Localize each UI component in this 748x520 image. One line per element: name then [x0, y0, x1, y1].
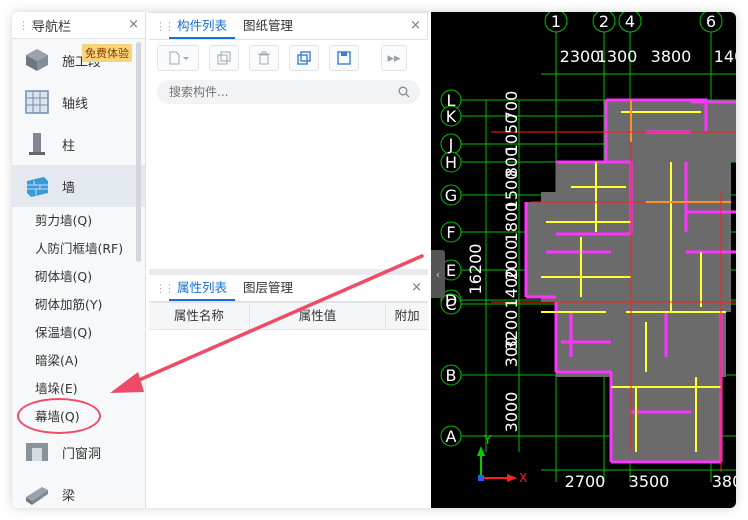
collapse-panel-button[interactable]: ‹ [431, 250, 445, 298]
nav-category-label: 轴线 [62, 96, 89, 112]
floor-plan-drawing: 1246230013003800140LKJHGFEDCBA7001050800… [440, 12, 736, 491]
nav-scrollbar[interactable] [136, 42, 141, 262]
wall-item-curtain-wall[interactable]: 幕墙(Q) [12, 398, 145, 434]
wall-item-masonry-wall[interactable]: 砌体墙(Q) [12, 263, 145, 291]
nav-category-beam[interactable]: 梁 [12, 473, 145, 508]
axis-label-left: G [445, 186, 457, 205]
free-trial-badge[interactable]: 免费体验 [82, 44, 132, 62]
duplicate-layer-button[interactable] [289, 45, 319, 71]
ucs-axis-icon: Y X [477, 433, 527, 485]
column-header-property-name: 属性名称 [149, 303, 250, 329]
duplicate-icon [297, 51, 311, 65]
property-panel-close-button[interactable]: × [411, 280, 422, 295]
top-dimension-label: 1300 [597, 47, 638, 66]
column-header-property-value: 属性值 [250, 303, 387, 329]
copy-component-button[interactable] [209, 45, 239, 71]
wall-item-civil-defense-door-frame-wall[interactable]: 人防门框墙(RF) [12, 235, 145, 263]
navigation-panel: ⋮⋮ 导航栏 × 施工段 免费体验 轴线 柱 墙 剪力墙(Q) 人防门框墙(RF… [12, 12, 146, 508]
wall-item-wall-pier[interactable]: 墙垛(E) [12, 375, 145, 403]
toolbar-more-button[interactable]: ▸▸ [381, 45, 407, 71]
axis-label-left: H [445, 153, 457, 172]
nav-category-label: 门窗洞 [62, 446, 102, 462]
cad-drawing-canvas[interactable]: 1246230013003800140LKJHGFEDCBA7001050800… [431, 12, 736, 508]
top-dimension-label: 3800 [651, 47, 692, 66]
nav-category-wall[interactable]: 墙 [12, 165, 145, 207]
column-icon [24, 131, 50, 157]
drag-handle-icon[interactable]: ⋮⋮ [18, 19, 38, 32]
new-component-button[interactable] [157, 45, 199, 71]
drag-handle-icon[interactable]: ⋮⋮ [155, 282, 175, 295]
bottom-dimension-label: 3500 [629, 472, 670, 491]
beam-icon [24, 481, 50, 507]
floor-plan-geometry [491, 98, 736, 472]
axis-label-left: F [446, 223, 455, 242]
nav-category-label: 柱 [62, 138, 76, 154]
tab-drawing-management[interactable]: 图纸管理 [235, 13, 301, 39]
bottom-dimension-label: 380 [712, 472, 736, 491]
nav-category-construction[interactable]: 施工段 免费体验 [12, 39, 145, 81]
axis-label-top: 6 [706, 12, 716, 31]
total-dimension-label: 16200 [466, 244, 485, 295]
axis-label-left: E [446, 261, 456, 280]
copy-icon [217, 51, 231, 65]
top-dimension-label: 140 [714, 47, 736, 66]
axis-label-top: 1 [551, 12, 561, 31]
axis-label-left: B [446, 366, 457, 385]
axis-label-top: 2 [599, 12, 609, 31]
left-dimension-label: 1800 [502, 202, 521, 243]
door-window-icon [24, 439, 50, 465]
nav-category-label: 墙 [62, 180, 76, 196]
component-panel-header: ⋮⋮ 构件列表 图纸管理 × [149, 12, 428, 40]
nav-category-label: 梁 [62, 488, 76, 504]
drag-handle-icon[interactable]: ⋮⋮ [155, 20, 175, 33]
nav-title: 导航栏 [32, 19, 72, 35]
axis-label-left: J [448, 135, 454, 154]
tab-property-list[interactable]: 属性列表 [169, 275, 236, 301]
middle-panel: ⋮⋮ 构件列表 图纸管理 × ▸▸ 搜索构件... ⋮⋮ 属性列表 图层管理 ×… [149, 12, 428, 508]
chevron-left-icon: ‹ [435, 267, 441, 281]
save-component-button[interactable] [329, 45, 359, 71]
axis-label-left: C [445, 295, 456, 314]
axis-label-left: A [446, 427, 457, 446]
nav-header: ⋮⋮ 导航栏 × [12, 12, 145, 39]
component-search[interactable] [157, 80, 420, 104]
ucs-x-label: X [519, 471, 527, 485]
property-table-header: 属性名称 属性值 附加 [149, 302, 428, 330]
top-dimension-label: 2300 [560, 47, 601, 66]
app-window: ⋮⋮ 导航栏 × 施工段 免费体验 轴线 柱 墙 剪力墙(Q) 人防门框墙(RF… [12, 12, 736, 508]
nav-category-door-window[interactable]: 门窗洞 [12, 431, 145, 473]
wall-item-masonry-reinforcement[interactable]: 砌体加筋(Y) [12, 291, 145, 319]
component-toolbar: ▸▸ [149, 40, 428, 76]
grid-axis-icon [24, 89, 50, 115]
nav-close-button[interactable]: × [128, 17, 139, 32]
axis-label-left: K [446, 107, 457, 126]
wall-item-hidden-beam[interactable]: 暗梁(A) [12, 347, 145, 375]
wall-item-insulation-wall[interactable]: 保温墙(Q) [12, 319, 145, 347]
wall-item-shear-wall[interactable]: 剪力墙(Q) [12, 207, 145, 235]
search-icon[interactable] [398, 86, 410, 98]
construction-block-icon [24, 47, 50, 73]
left-dimension-label: 3000 [502, 392, 521, 433]
wall-icon [24, 173, 50, 199]
column-header-extra: 附加 [394, 308, 420, 323]
left-dimension-label: 300 [502, 337, 521, 368]
ucs-y-label: Y [483, 433, 492, 447]
tab-layer-management[interactable]: 图层管理 [235, 275, 301, 301]
save-icon [337, 51, 351, 65]
property-panel-header: ⋮⋮ 属性列表 图层管理 × [149, 275, 428, 302]
trash-icon [258, 51, 270, 65]
component-panel-close-button[interactable]: × [410, 18, 421, 33]
axis-label-top: 4 [625, 12, 635, 31]
nav-category-axis[interactable]: 轴线 [12, 81, 145, 123]
highlight-circle [17, 398, 101, 434]
component-search-input[interactable] [167, 84, 398, 100]
bottom-dimension-label: 2700 [565, 472, 606, 491]
left-dimension-label: 1400 [502, 268, 521, 309]
tab-component-list[interactable]: 构件列表 [169, 13, 236, 39]
new-file-icon [169, 51, 189, 65]
property-panel: ⋮⋮ 属性列表 图层管理 × 属性名称 属性值 附加 [149, 275, 428, 508]
delete-component-button[interactable] [249, 45, 279, 71]
nav-category-column[interactable]: 柱 [12, 123, 145, 165]
